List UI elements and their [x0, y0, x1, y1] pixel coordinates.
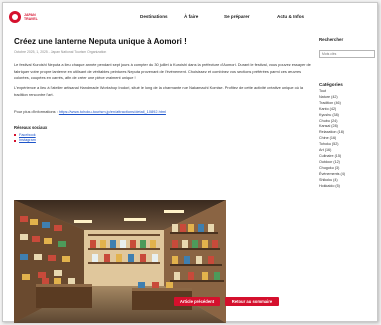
site-logo[interactable]: JAPAN TRAVEL	[9, 11, 38, 23]
logo-line-2: TRAVEL	[24, 17, 38, 21]
nav-actu-infos[interactable]: Actu & Infos	[277, 14, 317, 19]
article-title: Créez une lanterne Neputa unique à Aomor…	[14, 37, 187, 46]
categories-title: Catégories	[319, 82, 343, 87]
social-list: Facebook Instagram	[14, 133, 312, 144]
categories-list: Tout Nature (42) Tradition (46) Kanto (4…	[319, 89, 375, 189]
article-paragraph-2: L'expérience a lieu à l'atelier artisana…	[14, 85, 304, 97]
social-item: Instagram	[14, 138, 312, 143]
logo-mark-icon	[9, 11, 21, 23]
nav-se-preparer[interactable]: Se préparer	[224, 14, 277, 19]
site-header: JAPAN TRAVEL Destinations À faire Se pré…	[3, 3, 377, 33]
more-info: Pour plus d'informations : https://www.t…	[14, 109, 312, 114]
social-title: Réseaux sociaux	[14, 124, 48, 130]
back-to-summary-button[interactable]: Retour au sommaire	[225, 297, 279, 306]
category-item[interactable]: Hokkaido (5)	[319, 184, 375, 190]
article-buttons: Article précédent Retour au sommaire	[174, 297, 279, 306]
more-info-link[interactable]: https://www.tohoku-tourism.jp/en/attract…	[59, 109, 166, 114]
instagram-link[interactable]: Instagram	[19, 138, 36, 143]
article-meta: Octobre 2025, 1, 2025 - Japan National T…	[14, 50, 107, 54]
logo-text: JAPAN TRAVEL	[24, 13, 38, 21]
bullet-icon	[14, 134, 16, 137]
article-content: Créez une lanterne Neputa unique à Aomor…	[14, 37, 312, 323]
page-window: JAPAN TRAVEL Destinations À faire Se pré…	[2, 2, 378, 323]
nav-destinations[interactable]: Destinations	[140, 14, 184, 19]
previous-article-button[interactable]: Article précédent	[174, 297, 220, 306]
sidebar: Rechercher Catégories Tout Nature (42) T…	[319, 37, 375, 189]
bullet-icon	[14, 139, 16, 142]
more-info-label: Pour plus d'informations :	[14, 108, 58, 114]
nav-a-faire[interactable]: À faire	[184, 14, 224, 19]
article-paragraph-1: Le festival Kuroishi Neputa a lieu chaqu…	[14, 62, 311, 81]
main-nav: Destinations À faire Se préparer Actu & …	[140, 14, 317, 19]
search-input[interactable]	[319, 50, 375, 58]
search-label: Rechercher	[319, 37, 344, 42]
